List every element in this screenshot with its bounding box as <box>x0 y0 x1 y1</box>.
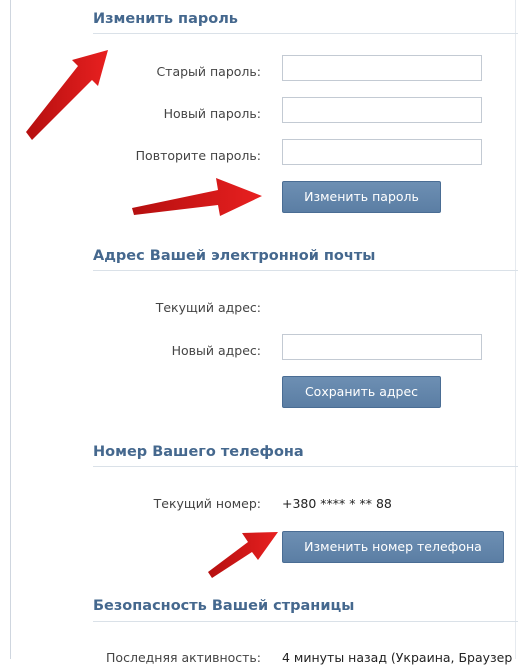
red-arrow-icon <box>208 532 278 578</box>
annotation-arrows <box>26 50 278 578</box>
red-arrow-icon <box>132 178 262 216</box>
red-arrow-icon <box>26 50 108 140</box>
